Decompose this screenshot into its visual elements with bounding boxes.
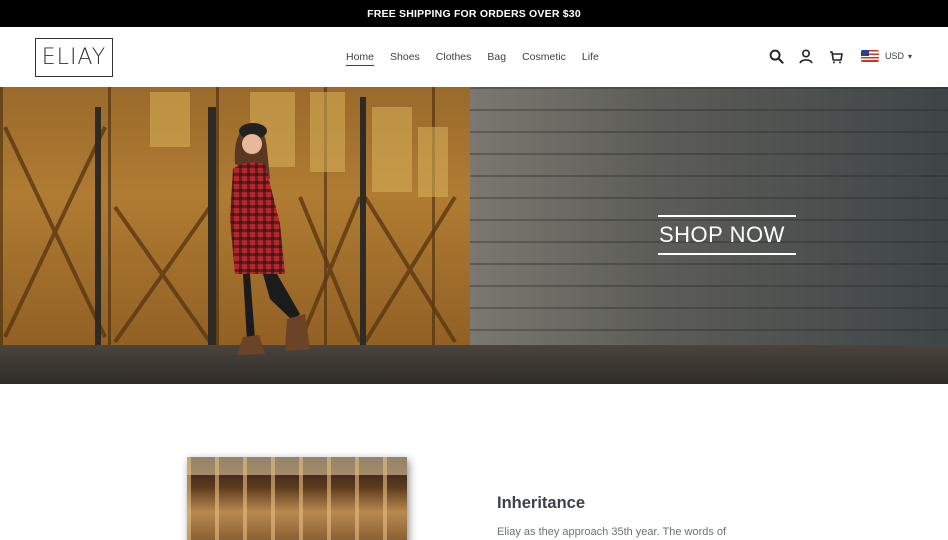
feature-title: Inheritance: [497, 494, 586, 512]
hero-background-ground: [0, 345, 948, 384]
site-header: ELIAY Home Shoes Clothes Bag Cosmetic Li…: [0, 27, 948, 87]
announcement-bar: FREE SHIPPING FOR ORDERS OVER $30: [0, 0, 948, 27]
nav-item-home[interactable]: Home: [346, 51, 375, 66]
nav-item-cosmetic[interactable]: Cosmetic: [522, 51, 566, 66]
shop-now-button[interactable]: SHOP NOW: [658, 215, 796, 255]
logo[interactable]: ELIAY: [35, 38, 113, 77]
header-icons: [768, 48, 858, 64]
announcement-text: FREE SHIPPING FOR ORDERS OVER $30: [367, 7, 581, 20]
main-nav: Home Shoes Clothes Bag Cosmetic Life: [346, 51, 615, 66]
search-icon[interactable]: [768, 48, 784, 64]
logo-text: ELIAY: [41, 45, 107, 70]
nav-item-bag[interactable]: Bag: [487, 51, 506, 66]
currency-selector[interactable]: USD ▾: [861, 50, 912, 62]
nav-item-shoes[interactable]: Shoes: [390, 51, 420, 66]
nav-item-life[interactable]: Life: [582, 51, 599, 66]
account-icon[interactable]: [798, 48, 814, 64]
chevron-down-icon: ▾: [908, 51, 913, 61]
hero-banner[interactable]: SHOP NOW: [0, 87, 948, 384]
us-flag-icon: [861, 50, 879, 62]
nav-item-clothes[interactable]: Clothes: [436, 51, 472, 66]
feature-image-store-interior: [187, 457, 407, 540]
feature-text: Eliay as they approach 35th year. The wo…: [497, 526, 727, 538]
hero-model-figure: [230, 123, 310, 355]
cart-icon[interactable]: [828, 48, 844, 64]
currency-code: USD: [885, 51, 905, 61]
